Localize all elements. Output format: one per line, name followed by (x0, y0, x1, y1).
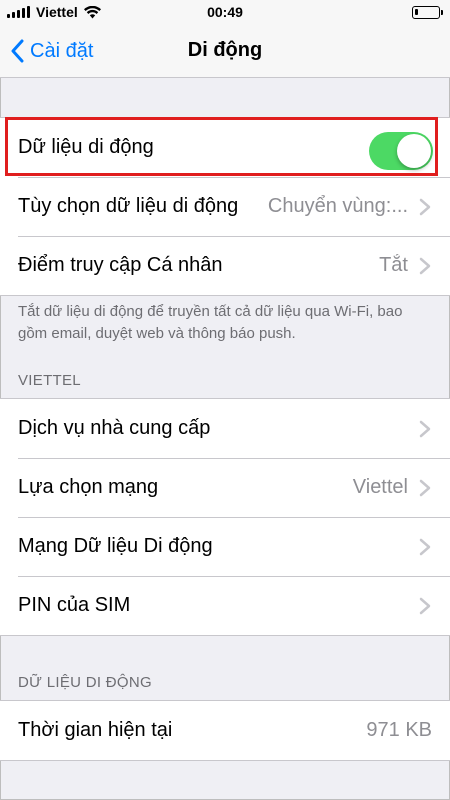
network-selection-row[interactable]: Lựa chọn mạng Viettel (0, 458, 450, 517)
current-period-row: Thời gian hiện tại 971 KB (0, 701, 450, 760)
carrier-services-row[interactable]: Dịch vụ nhà cung cấp (0, 399, 450, 458)
personal-hotspot-label: Điểm truy cập Cá nhân (18, 254, 223, 276)
current-period-value: 971 KB (366, 719, 432, 741)
usage-section-header: DỮ LIỆU DI ĐỘNG (18, 674, 152, 691)
viettel-group: Dịch vụ nhà cung cấp Lựa chọn mạng Viett… (0, 398, 450, 636)
cellular-data-options-label: Tùy chọn dữ liệu di động (18, 195, 239, 217)
status-bar: Viettel 00:49 (0, 0, 450, 24)
cellular-group: Dữ liệu di động Tùy chọn dữ liệu di động… (0, 117, 450, 296)
carrier-services-label: Dịch vụ nhà cung cấp (18, 417, 211, 439)
viettel-section-header: VIETTEL (18, 372, 81, 389)
cellular-data-network-row[interactable]: Mạng Dữ liệu Di động (0, 517, 450, 576)
chevron-right-icon (419, 538, 431, 555)
personal-hotspot-value: Tắt (379, 254, 408, 276)
cellular-footnote: Tắt dữ liệu di động để truyền tất cả dữ … (18, 303, 403, 342)
cellular-data-options-value: Chuyển vùng:... (267, 195, 408, 217)
page-title: Di động (187, 39, 263, 61)
cellular-data-row: Dữ liệu di động (0, 118, 450, 177)
chevron-right-icon (419, 479, 431, 496)
battery-icon (412, 6, 443, 19)
clock: 00:49 (207, 4, 243, 20)
usage-group: Thời gian hiện tại 971 KB (0, 700, 450, 761)
navigation-bar: Cài đặt Di động (0, 24, 450, 78)
chevron-right-icon (419, 257, 431, 274)
cellular-data-label: Dữ liệu di động (18, 136, 154, 158)
current-period-label: Thời gian hiện tại (18, 719, 173, 741)
battery-level (415, 9, 418, 15)
network-selection-value: Viettel (352, 476, 408, 498)
cellular-data-network-label: Mạng Dữ liệu Di động (18, 535, 213, 557)
personal-hotspot-row[interactable]: Điểm truy cập Cá nhân Tắt (0, 236, 450, 295)
chevron-right-icon (419, 597, 431, 614)
chevron-right-icon (419, 198, 431, 215)
toggle-knob (397, 134, 431, 168)
sim-pin-label: PIN của SIM (18, 594, 131, 616)
network-selection-label: Lựa chọn mạng (18, 476, 159, 498)
cellular-data-options-row[interactable]: Tùy chọn dữ liệu di động Chuyển vùng:... (0, 177, 450, 236)
cellular-data-toggle[interactable] (369, 132, 433, 170)
sim-pin-row[interactable]: PIN của SIM (0, 576, 450, 635)
chevron-right-icon (419, 420, 431, 437)
